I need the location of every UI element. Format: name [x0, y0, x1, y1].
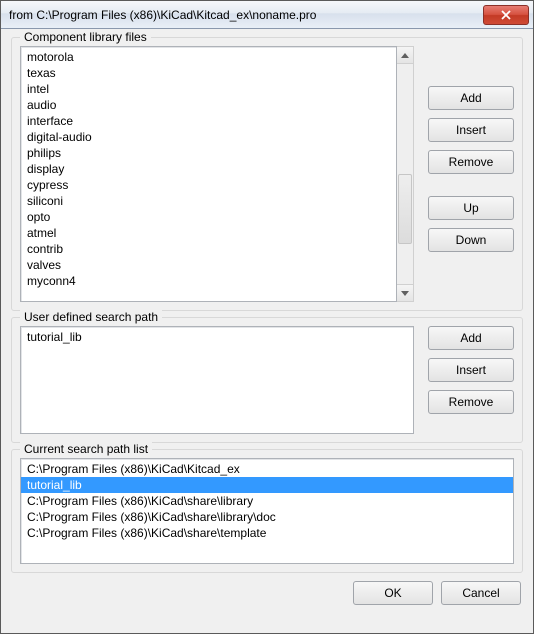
- library-buttons: Add Insert Remove Up Down: [428, 46, 514, 302]
- list-item[interactable]: motorola: [21, 49, 396, 65]
- list-item[interactable]: digital-audio: [21, 129, 396, 145]
- dialog-window: from C:\Program Files (x86)\KiCad\Kitcad…: [0, 0, 534, 634]
- current-search-path-listbox[interactable]: C:\Program Files (x86)\KiCad\Kitcad_extu…: [20, 458, 514, 564]
- close-button[interactable]: [483, 5, 529, 25]
- library-listbox[interactable]: motorolatexasintelaudiointerfacedigital-…: [20, 46, 397, 302]
- list-item[interactable]: tutorial_lib: [21, 477, 513, 493]
- scroll-thumb[interactable]: [398, 174, 412, 244]
- scroll-up-button[interactable]: [397, 47, 413, 64]
- list-item[interactable]: interface: [21, 113, 396, 129]
- list-item[interactable]: C:\Program Files (x86)\KiCad\share\templ…: [21, 525, 513, 541]
- list-item[interactable]: audio: [21, 97, 396, 113]
- scroll-track[interactable]: [397, 64, 413, 284]
- up-library-button[interactable]: Up: [428, 196, 514, 220]
- user-search-path-buttons: Add Insert Remove: [428, 326, 514, 434]
- down-library-button[interactable]: Down: [428, 228, 514, 252]
- list-item[interactable]: opto: [21, 209, 396, 225]
- group-component-libraries: Component library files motorolatexasint…: [11, 37, 523, 311]
- list-item[interactable]: contrib: [21, 241, 396, 257]
- list-item[interactable]: tutorial_lib: [21, 329, 413, 345]
- list-item[interactable]: C:\Program Files (x86)\KiCad\Kitcad_ex: [21, 461, 513, 477]
- cancel-button[interactable]: Cancel: [441, 581, 521, 605]
- triangle-up-icon: [401, 53, 409, 58]
- client-area: Component library files motorolatexasint…: [1, 29, 533, 633]
- remove-path-button[interactable]: Remove: [428, 390, 514, 414]
- triangle-down-icon: [401, 291, 409, 296]
- window-title: from C:\Program Files (x86)\KiCad\Kitcad…: [9, 8, 483, 22]
- dialog-footer: OK Cancel: [11, 575, 523, 607]
- list-item[interactable]: valves: [21, 257, 396, 273]
- insert-library-button[interactable]: Insert: [428, 118, 514, 142]
- ok-button[interactable]: OK: [353, 581, 433, 605]
- list-item[interactable]: myconn4: [21, 273, 396, 289]
- insert-path-button[interactable]: Insert: [428, 358, 514, 382]
- group-user-search-path: User defined search path tutorial_lib Ad…: [11, 317, 523, 443]
- add-library-button[interactable]: Add: [428, 86, 514, 110]
- list-item[interactable]: philips: [21, 145, 396, 161]
- group-label-current-search-path: Current search path list: [20, 442, 152, 456]
- group-label-user-search-path: User defined search path: [20, 310, 162, 324]
- list-item[interactable]: texas: [21, 65, 396, 81]
- title-bar[interactable]: from C:\Program Files (x86)\KiCad\Kitcad…: [1, 1, 533, 29]
- list-item[interactable]: C:\Program Files (x86)\KiCad\share\libra…: [21, 493, 513, 509]
- list-item[interactable]: siliconi: [21, 193, 396, 209]
- add-path-button[interactable]: Add: [428, 326, 514, 350]
- group-label-libraries: Component library files: [20, 30, 151, 44]
- scroll-down-button[interactable]: [397, 284, 413, 301]
- remove-library-button[interactable]: Remove: [428, 150, 514, 174]
- list-item[interactable]: C:\Program Files (x86)\KiCad\share\libra…: [21, 509, 513, 525]
- list-item[interactable]: cypress: [21, 177, 396, 193]
- list-item[interactable]: intel: [21, 81, 396, 97]
- group-current-search-path: Current search path list C:\Program File…: [11, 449, 523, 573]
- close-icon: [500, 10, 512, 20]
- scrollbar-libraries[interactable]: [397, 46, 414, 302]
- user-search-path-listbox[interactable]: tutorial_lib: [20, 326, 414, 434]
- list-item[interactable]: atmel: [21, 225, 396, 241]
- list-item[interactable]: display: [21, 161, 396, 177]
